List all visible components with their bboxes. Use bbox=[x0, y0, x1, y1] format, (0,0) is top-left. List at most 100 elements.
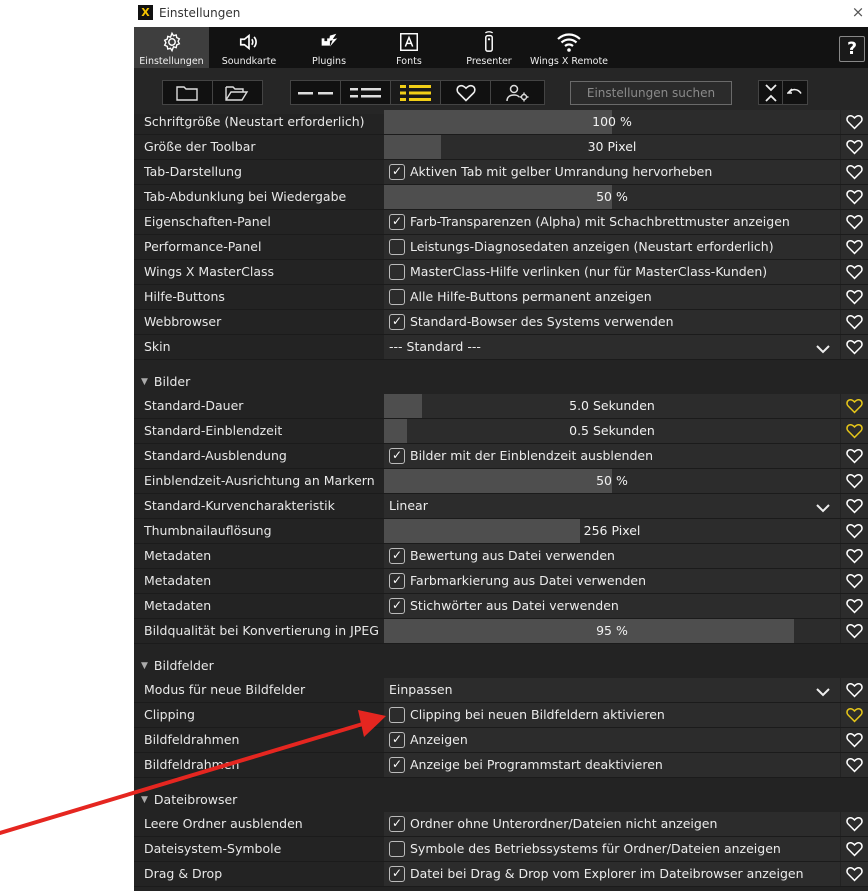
checkbox[interactable] bbox=[389, 239, 405, 255]
tab-einstellungen[interactable]: Einstellungen bbox=[134, 27, 209, 68]
checkbox-field[interactable]: ✓ Bilder mit der Einblendzeit ausblenden bbox=[384, 444, 840, 468]
checkbox[interactable]: ✓ bbox=[389, 816, 405, 832]
checkbox[interactable]: ✓ bbox=[389, 757, 405, 773]
heart-icon bbox=[846, 599, 863, 614]
setting-label: Hilfe-Buttons bbox=[144, 289, 225, 304]
help-button[interactable]: ? bbox=[839, 36, 865, 62]
checkbox[interactable] bbox=[389, 707, 405, 723]
checkbox[interactable] bbox=[389, 264, 405, 280]
favorite-button[interactable] bbox=[841, 160, 868, 184]
favorite-button[interactable] bbox=[841, 185, 868, 209]
favorite-button[interactable] bbox=[841, 394, 868, 418]
favorite-button[interactable] bbox=[841, 619, 868, 643]
checkbox-field[interactable]: ✓ Farb-Transparenzen (Alpha) mit Schachbr… bbox=[384, 210, 840, 234]
value-slider[interactable]: 95 % bbox=[384, 619, 840, 643]
value-slider[interactable]: 50 % bbox=[384, 469, 840, 493]
tab-plugins[interactable]: Plugins bbox=[289, 27, 369, 68]
checkbox[interactable]: ✓ bbox=[389, 448, 405, 464]
checkbox-field[interactable]: ✓ Ordner ohne Unterordner/Dateien nicht a… bbox=[384, 812, 840, 836]
checkbox[interactable]: ✓ bbox=[389, 548, 405, 564]
checkbox-field[interactable]: ✓ Datei bei Drag & Drop vom Explorer im D… bbox=[384, 862, 840, 886]
favorite-button[interactable] bbox=[841, 594, 868, 618]
heart-icon bbox=[846, 240, 863, 255]
heart-icon bbox=[846, 524, 863, 539]
favorite-button[interactable] bbox=[841, 544, 868, 568]
section-header[interactable]: ▼ Dateibrowser bbox=[134, 787, 868, 812]
value-slider[interactable]: 50 % bbox=[384, 185, 840, 209]
user-settings-button[interactable] bbox=[491, 81, 544, 104]
checkbox-field[interactable]: Clipping bei neuen Bildfeldern aktiviere… bbox=[384, 703, 840, 727]
checkbox[interactable]: ✓ bbox=[389, 573, 405, 589]
favorite-button[interactable] bbox=[841, 335, 868, 359]
checkbox-field[interactable]: ✓ Bewertung aus Datei verwenden bbox=[384, 544, 840, 568]
favorite-button[interactable] bbox=[841, 812, 868, 836]
slider-value: 50 % bbox=[596, 189, 628, 204]
checkbox[interactable]: ✓ bbox=[389, 314, 405, 330]
gear-icon bbox=[163, 31, 180, 53]
search-input[interactable]: Einstellungen suchen bbox=[570, 81, 732, 105]
favorite-button[interactable] bbox=[841, 310, 868, 334]
favorite-button[interactable] bbox=[841, 469, 868, 493]
favorite-button[interactable] bbox=[841, 110, 868, 134]
reset-button[interactable] bbox=[783, 81, 807, 104]
favorite-button[interactable] bbox=[841, 519, 868, 543]
checkbox-field[interactable]: MasterClass-Hilfe verlinken (nur für Mas… bbox=[384, 260, 840, 284]
value-slider[interactable]: 0.5 Sekunden bbox=[384, 419, 840, 443]
checkbox-field[interactable]: ✓ Standard-Bowser des Systems verwenden bbox=[384, 310, 840, 334]
value-slider[interactable]: 5.0 Sekunden bbox=[384, 394, 840, 418]
checkbox-field[interactable]: Alle Hilfe-Buttons permanent anzeigen bbox=[384, 285, 840, 309]
dropdown-select[interactable]: --- Standard --- bbox=[384, 335, 840, 359]
checkbox[interactable]: ✓ bbox=[389, 214, 405, 230]
favorite-button[interactable] bbox=[841, 862, 868, 886]
filter-extended-button[interactable] bbox=[341, 81, 391, 104]
section-header[interactable]: ▼ Bildfelder bbox=[134, 653, 868, 678]
tab-soundkarte[interactable]: Soundkarte bbox=[209, 27, 289, 68]
value-slider[interactable]: 30 Pixel bbox=[384, 135, 840, 159]
favorite-button[interactable] bbox=[841, 235, 868, 259]
value-slider[interactable]: 100 % bbox=[384, 110, 840, 134]
dropdown-select[interactable]: Linear bbox=[384, 494, 840, 518]
collapse-expand-button[interactable] bbox=[759, 81, 783, 104]
favorite-button[interactable] bbox=[841, 419, 868, 443]
setting-row: Standard-Einblendzeit 0.5 Sekunden bbox=[134, 419, 868, 444]
favorite-button[interactable] bbox=[841, 678, 868, 702]
value-slider[interactable]: 256 Pixel bbox=[384, 519, 840, 543]
open-folder-button[interactable] bbox=[213, 81, 263, 104]
favorite-button[interactable] bbox=[841, 210, 868, 234]
favorite-button[interactable] bbox=[841, 444, 868, 468]
checkbox-field[interactable]: ✓ Farbmarkierung aus Datei verwenden bbox=[384, 569, 840, 593]
heart-icon bbox=[846, 399, 863, 414]
section-header[interactable]: ▼ Bilder bbox=[134, 369, 868, 394]
filter-basic-button[interactable] bbox=[291, 81, 341, 104]
favorite-button[interactable] bbox=[841, 285, 868, 309]
checkbox[interactable] bbox=[389, 841, 405, 857]
favorite-button[interactable] bbox=[841, 837, 868, 861]
checkbox-field[interactable]: ✓ Aktiven Tab mit gelber Umrandung hervor… bbox=[384, 160, 840, 184]
favorite-button[interactable] bbox=[841, 494, 868, 518]
close-button[interactable]: × bbox=[848, 3, 868, 23]
checkbox[interactable]: ✓ bbox=[389, 866, 405, 882]
checkbox[interactable]: ✓ bbox=[389, 164, 405, 180]
filter-all-button[interactable] bbox=[391, 81, 441, 104]
tab-presenter[interactable]: Presenter bbox=[449, 27, 529, 68]
checkbox-label: Anzeigen bbox=[410, 732, 468, 747]
favorite-button[interactable] bbox=[841, 569, 868, 593]
checkbox[interactable]: ✓ bbox=[389, 598, 405, 614]
checkbox-field[interactable]: ✓ Anzeige bei Programmstart deaktivieren bbox=[384, 753, 840, 777]
favorites-filter-button[interactable] bbox=[441, 81, 491, 104]
checkbox-field[interactable]: Symbole des Betriebssystems für Ordner/D… bbox=[384, 837, 840, 861]
favorite-button[interactable] bbox=[841, 703, 868, 727]
tab-fonts[interactable]: Fonts bbox=[369, 27, 449, 68]
dropdown-select[interactable]: Einpassen bbox=[384, 678, 840, 702]
favorite-button[interactable] bbox=[841, 753, 868, 777]
checkbox[interactable]: ✓ bbox=[389, 732, 405, 748]
checkbox-field[interactable]: Leistungs-Diagnosedaten anzeigen (Neusta… bbox=[384, 235, 840, 259]
favorite-button[interactable] bbox=[841, 135, 868, 159]
favorite-button[interactable] bbox=[841, 260, 868, 284]
checkbox-field[interactable]: ✓ Anzeigen bbox=[384, 728, 840, 752]
tab-wings-x-remote[interactable]: Wings X Remote bbox=[529, 27, 609, 68]
folder-button[interactable] bbox=[163, 81, 213, 104]
checkbox[interactable] bbox=[389, 289, 405, 305]
favorite-button[interactable] bbox=[841, 728, 868, 752]
checkbox-field[interactable]: ✓ Stichwörter aus Datei verwenden bbox=[384, 594, 840, 618]
